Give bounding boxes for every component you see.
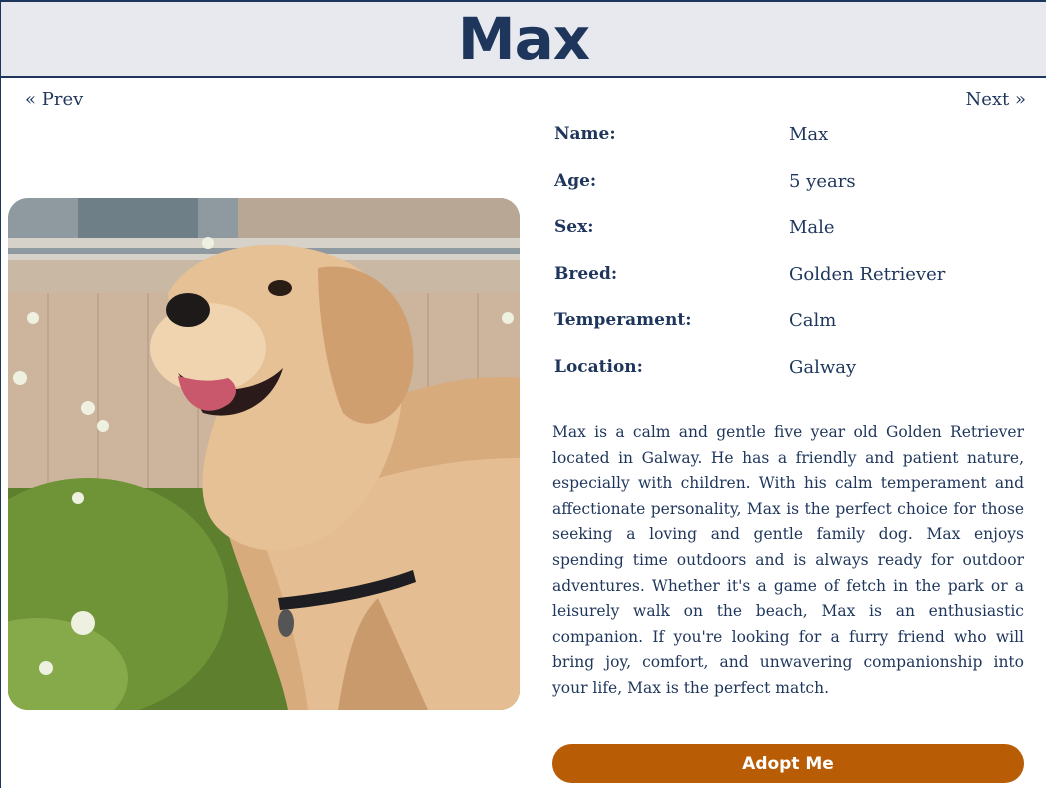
detail-row-temperament: Temperament: Calm [554, 310, 1024, 357]
adopt-me-button[interactable]: Adopt Me [552, 744, 1024, 783]
detail-row-sex: Sex: Male [554, 217, 1024, 264]
detail-value: Galway [789, 356, 857, 378]
detail-row-name: Name: Max [554, 124, 1024, 171]
detail-value: 5 years [789, 170, 856, 192]
prev-link[interactable]: « Prev [25, 89, 83, 110]
detail-label: Age: [554, 170, 597, 191]
detail-label: Location: [554, 356, 643, 377]
detail-label: Temperament: [554, 310, 692, 330]
dog-photo-illustration [8, 198, 520, 710]
detail-value: Max [789, 124, 829, 145]
detail-value: Golden Retriever [789, 263, 946, 285]
pet-details: Name: Max Age: 5 years Sex: Male Breed: … [554, 124, 1024, 403]
detail-value: Calm [789, 310, 837, 331]
page-title: Max [457, 5, 590, 73]
detail-row-breed: Breed: Golden Retriever [554, 264, 1024, 311]
next-link[interactable]: Next » [965, 89, 1026, 110]
detail-row-location: Location: Galway [554, 357, 1024, 404]
page-header: Max [1, 0, 1046, 78]
detail-label: Sex: [554, 217, 594, 237]
detail-label: Name: [554, 124, 616, 144]
detail-label: Breed: [554, 263, 618, 284]
pet-description: Max is a calm and gentle five year old G… [552, 423, 1024, 697]
dog-photo [8, 198, 520, 710]
detail-row-age: Age: 5 years [554, 171, 1024, 218]
detail-value: Male [789, 217, 835, 238]
